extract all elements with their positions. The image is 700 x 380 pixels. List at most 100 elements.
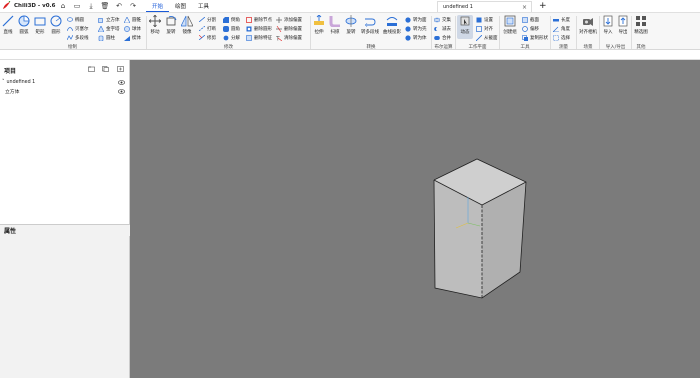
properties-panel-title: 属性 xyxy=(0,224,130,236)
export-button[interactable]: 导出 xyxy=(615,15,631,35)
revolve-button[interactable]: 旋转 xyxy=(343,15,359,35)
close-tab-icon[interactable]: × xyxy=(522,4,527,11)
box-icon xyxy=(98,17,103,23)
to-solid-button[interactable]: 转为体 xyxy=(405,34,427,41)
to-polyline-button[interactable]: 转多段线 xyxy=(360,15,380,35)
remove-offset-button[interactable]: 删除偏置 xyxy=(276,25,302,32)
union-button[interactable]: 合并 xyxy=(434,34,451,41)
polyline-button[interactable]: 多段线 xyxy=(67,34,89,41)
document-tab[interactable]: undefined 1 × xyxy=(437,1,532,12)
remove-feature-button[interactable]: 删除特征 xyxy=(246,34,272,41)
sweep-button[interactable]: 扫掠 xyxy=(327,15,343,35)
split-icon xyxy=(199,17,205,22)
curve-projection-button[interactable]: 曲线投影 xyxy=(382,15,402,35)
cylinder-icon xyxy=(98,35,104,41)
explode-button[interactable]: 分解 xyxy=(223,34,240,41)
polyline-icon xyxy=(67,35,73,40)
cone-button[interactable]: 圆锥 xyxy=(124,16,141,23)
subtract-button[interactable]: 减去 xyxy=(434,25,451,32)
group-other: 精选图 其他 xyxy=(632,13,650,51)
rotate-button[interactable]: 旋转 xyxy=(163,15,179,35)
from-section-button[interactable]: 从截面 xyxy=(476,34,498,41)
break-button[interactable]: 打断 xyxy=(199,25,216,32)
3d-viewport[interactable] xyxy=(130,60,700,378)
clear-offset-button[interactable]: T 清除偏置 xyxy=(276,34,302,41)
viewport-canvas[interactable] xyxy=(130,60,700,378)
intersect-icon xyxy=(434,17,440,22)
tree-row-document[interactable]: ˅ undefined 1 xyxy=(0,78,130,86)
to-face-button[interactable]: 转为面 xyxy=(405,16,427,23)
circle-button[interactable]: 圆形 xyxy=(48,15,64,35)
eye-icon[interactable] xyxy=(118,79,125,85)
pyramid-icon xyxy=(98,25,104,32)
add-offset-button[interactable]: 添加偏置 xyxy=(276,16,302,23)
extrude-button[interactable]: 拉伸 xyxy=(311,15,327,35)
chamfer-button[interactable]: 倒角 xyxy=(223,16,240,23)
move-button[interactable]: 移动 xyxy=(147,15,163,35)
bezier-button[interactable]: 贝塞尔 xyxy=(67,25,89,32)
ruler-icon xyxy=(553,18,559,21)
section-button[interactable]: 截面 xyxy=(522,16,539,23)
tab-tools[interactable]: 工具 xyxy=(192,0,215,12)
tab-start[interactable]: 开始 xyxy=(146,0,170,12)
cylinder-button[interactable]: 圆柱 xyxy=(98,34,115,41)
pyramid-button[interactable]: 金字塔 xyxy=(98,25,120,32)
remove-circle-button[interactable]: 删除圆形 xyxy=(246,25,272,32)
group-draw: 直线 圆弧 矩形 圆形 椭圆 贝塞尔 多段线 立方体 金字塔 圆柱 圆锥 球体 … xyxy=(0,13,145,51)
tree-row-box[interactable]: 立方体 xyxy=(0,87,130,95)
measure-select-button[interactable]: 选择 xyxy=(553,34,570,41)
remove-node-button[interactable]: 删除节点 xyxy=(246,16,272,23)
wedge-button[interactable]: 楔体 xyxy=(124,34,141,41)
title-bar: Chili3D - v0.6 ⌂ ▭ ⤓ 🗑 ↶ ↷ 开始 绘图 工具 xyxy=(0,0,700,12)
add-offset-icon xyxy=(276,16,282,23)
tree-item-label: 立方体 xyxy=(5,89,20,95)
extrude-icon xyxy=(314,15,324,25)
download-icon[interactable]: ⤓ xyxy=(84,0,98,12)
intersect-button[interactable]: 交集 xyxy=(434,16,451,23)
measure-angle-button[interactable]: 角度 xyxy=(553,25,570,32)
new-group-icon[interactable] xyxy=(102,66,109,72)
ribbon: 直线 圆弧 矩形 圆形 椭圆 贝塞尔 多段线 立方体 金字塔 圆柱 圆锥 球体 … xyxy=(0,12,700,50)
ellipse-button[interactable]: 椭圆 xyxy=(67,16,84,23)
arc-button[interactable]: 圆弧 xyxy=(16,15,32,35)
add-tab-button[interactable]: + xyxy=(539,1,547,11)
line-button[interactable]: 直线 xyxy=(0,15,16,35)
split-button[interactable]: 分割 xyxy=(199,16,216,23)
explode-icon xyxy=(223,35,229,40)
gallery-button[interactable]: 精选图 xyxy=(633,15,649,35)
measure-length-button[interactable]: 长度 xyxy=(553,16,570,23)
align-workplane-button[interactable]: 对齐 xyxy=(476,25,493,32)
dynamic-workplane-icon xyxy=(460,16,470,26)
from-section-icon xyxy=(476,34,482,41)
eye-icon[interactable] xyxy=(118,88,125,94)
create-group-button[interactable]: 创建组 xyxy=(501,15,519,35)
rectangle-button[interactable]: 矩形 xyxy=(32,15,48,35)
fillet-button[interactable]: 圆角 xyxy=(223,25,240,32)
trim-button[interactable]: 修剪 xyxy=(199,34,216,41)
cone-icon xyxy=(124,16,130,23)
new-folder-icon[interactable] xyxy=(88,66,95,72)
box-button[interactable]: 立方体 xyxy=(98,16,120,23)
move-icon xyxy=(149,15,161,27)
chili-logo-icon xyxy=(0,0,12,12)
dynamic-workplane-button[interactable]: 动态 xyxy=(457,15,473,39)
add-item-icon[interactable] xyxy=(117,66,124,72)
align-camera-button[interactable]: 对齐相机 xyxy=(578,15,598,35)
import-button[interactable]: 导入 xyxy=(600,15,616,35)
fillet-icon xyxy=(223,25,229,32)
redo-icon[interactable]: ↷ xyxy=(126,0,140,12)
copy-shape-button[interactable]: 复制形状 xyxy=(522,34,548,41)
offset-button[interactable]: 偏移 xyxy=(522,25,539,32)
to-shell-button[interactable]: 转为壳 xyxy=(405,25,427,32)
mirror-button[interactable]: 镜像 xyxy=(179,15,195,35)
undo-icon[interactable]: ↶ xyxy=(112,0,126,12)
group-boolean: 交集 减去 合并 布尔运算 xyxy=(432,13,455,51)
chevron-down-icon[interactable]: ˅ xyxy=(2,79,5,85)
tab-draw[interactable]: 绘图 xyxy=(169,0,192,12)
box-3d-model[interactable] xyxy=(433,158,527,299)
open-folder-icon[interactable]: ▭ xyxy=(70,0,84,12)
set-workplane-button[interactable]: 设置 xyxy=(476,16,493,23)
delete-icon[interactable]: 🗑 xyxy=(98,0,112,12)
sphere-button[interactable]: 球体 xyxy=(124,25,141,32)
home-icon[interactable]: ⌂ xyxy=(56,0,70,12)
